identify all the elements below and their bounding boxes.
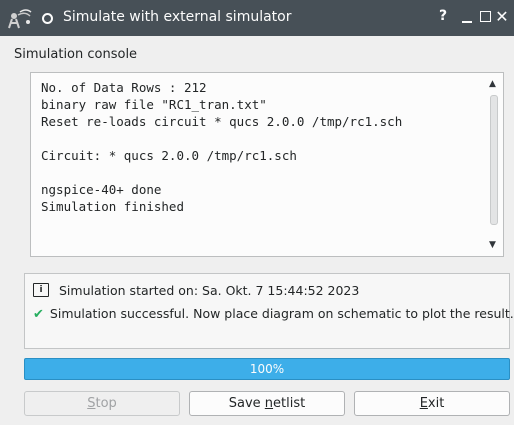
console-label: Simulation console (14, 47, 138, 62)
scroll-down-icon[interactable]: ▼ (489, 240, 496, 250)
info-icon: i (33, 282, 49, 297)
console-output: No. of Data Rows : 212 binary raw file "… (41, 80, 403, 214)
qucs-app-icon (6, 6, 34, 32)
status-result-text: Simulation successful. Now place diagram… (49, 306, 514, 321)
keep-above-icon[interactable] (42, 13, 53, 24)
status-panel: i Simulation started on: Sa. Okt. 7 15:44… (24, 273, 514, 349)
save-netlist-label-pre: Save (228, 396, 265, 411)
scroll-up-icon[interactable]: ▲ (489, 79, 496, 89)
save-netlist-button[interactable]: Save netlist (189, 391, 345, 416)
scroll-thumb[interactable] (490, 95, 498, 225)
window-title: Simulate with external simulator (63, 9, 292, 25)
stop-button[interactable]: Stop (24, 391, 180, 416)
check-icon: ✔ (33, 307, 44, 322)
simulation-console[interactable]: No. of Data Rows : 212 binary raw file "… (30, 72, 504, 257)
console-scrollbar[interactable]: ▲ ▼ (485, 73, 503, 256)
stop-button-label-post: top (95, 396, 117, 411)
status-started-text: Simulation started on: Sa. Okt. 7 15:44:… (59, 283, 360, 298)
save-netlist-mnemonic: n (264, 396, 274, 411)
title-bar[interactable]: Simulate with external simulator ? ✕ (0, 0, 514, 36)
status-result-row: ✔ Simulation successful. Now place diagra… (33, 306, 514, 322)
progress-label: 100% (249, 362, 285, 376)
help-button[interactable]: ? (432, 8, 454, 30)
exit-button[interactable]: Exit (354, 391, 510, 416)
exit-button-label-post: xit (427, 396, 445, 411)
status-started-row: i Simulation started on: Sa. Okt. 7 15:44… (33, 282, 360, 299)
progress-bar: 100% (24, 358, 510, 380)
save-netlist-label-post: etlist (273, 396, 306, 411)
close-button[interactable]: ✕ (491, 6, 513, 28)
exit-button-mnemonic: E (419, 396, 428, 411)
